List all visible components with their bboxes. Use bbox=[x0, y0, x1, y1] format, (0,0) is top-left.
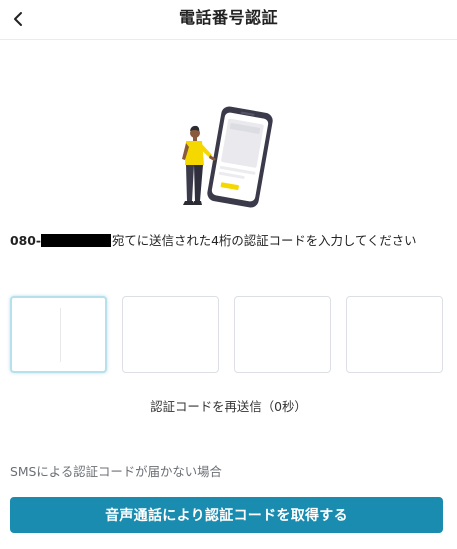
voice-call-button-label: 音声通話により認証コードを取得する bbox=[105, 508, 348, 524]
code-input-1[interactable] bbox=[10, 296, 107, 373]
resend-code-link[interactable]: 認証コードを再送信（0秒） bbox=[0, 398, 457, 416]
text-caret bbox=[60, 308, 61, 362]
redacted-phone-number bbox=[41, 234, 112, 247]
voice-call-button[interactable]: 音声通話により認証コードを取得する bbox=[10, 497, 443, 533]
verification-message: 080- 宛てに送信された4桁の認証コードを入力してください bbox=[10, 232, 450, 250]
code-input-2[interactable] bbox=[122, 296, 219, 373]
message-text: 宛てに送信された4桁の認証コードを入力してください bbox=[112, 233, 417, 248]
header: 電話番号認証 bbox=[0, 0, 457, 40]
phone-verification-illustration bbox=[182, 106, 273, 208]
sms-help-text: SMSによる認証コードが届かない場合 bbox=[10, 464, 222, 479]
page-title: 電話番号認証 bbox=[178, 8, 278, 27]
phone-number-prefix: 080- bbox=[10, 233, 42, 248]
code-input-3[interactable] bbox=[234, 296, 331, 373]
code-input-4[interactable] bbox=[346, 296, 443, 373]
